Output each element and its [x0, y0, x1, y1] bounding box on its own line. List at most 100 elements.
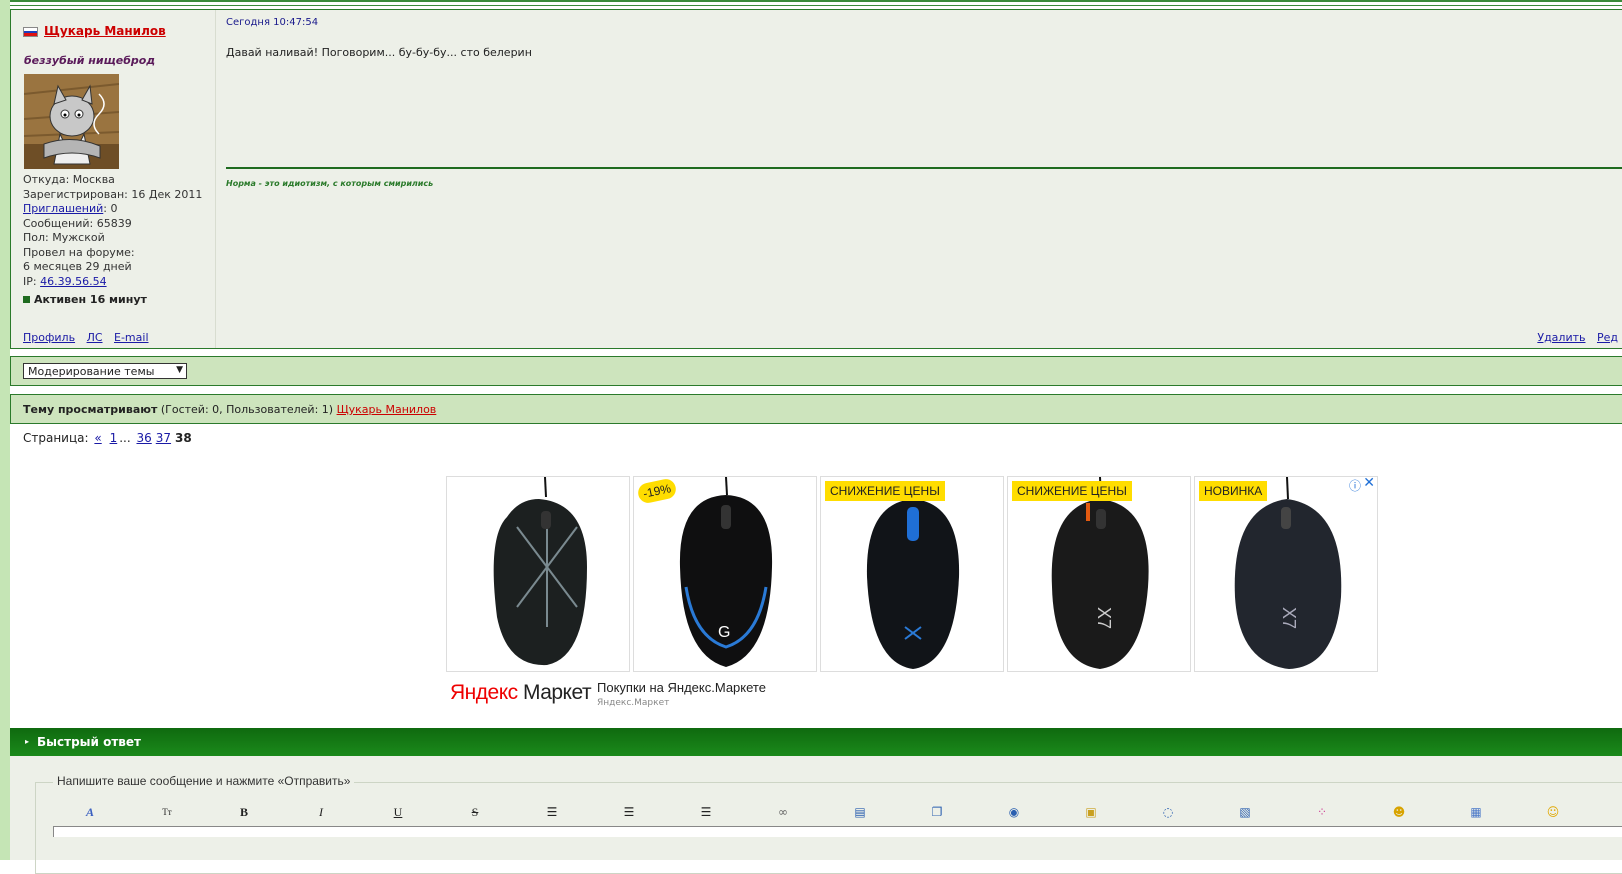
quick-reply-area: Напишите ваше сообщение и нажмите «Отпра… [10, 756, 1622, 874]
signature-divider [226, 167, 1622, 169]
mouse-image: X7 [1051, 477, 1149, 669]
viewers-counts: (Гостей: 0, Пользователей: 1) [160, 403, 334, 416]
viewer-user-link[interactable]: Щукарь Манилов [337, 403, 437, 416]
italic-icon[interactable]: I [311, 802, 331, 822]
topic-viewers: Тему просматривают (Гостей: 0, Пользоват… [23, 403, 436, 416]
gender-label: Пол: [23, 231, 49, 244]
moderation-select-value: Модерирование темы [28, 365, 155, 378]
price-drop-badge: СНИЖЕНИЕ ЦЕНЫ [1012, 481, 1132, 501]
top-divider-thin [10, 5, 1622, 6]
messages-value: 65839 [96, 216, 132, 230]
forum-time-label: Провел на форуме: [23, 245, 135, 259]
font-size-icon[interactable]: Tт [157, 802, 177, 822]
online-status-text: Активен 16 минут [34, 293, 147, 306]
speech-bubble-icon[interactable]: ◌ [1158, 802, 1178, 822]
author-links: Профиль ЛС E-mail [23, 331, 157, 344]
info-icon[interactable]: ⓘ [1349, 477, 1361, 494]
registered-value: 16 Дек 2011 [131, 187, 203, 201]
invites-value: : 0 [103, 202, 118, 215]
underline-icon[interactable]: U [388, 802, 408, 822]
messages-label: Сообщений: [23, 216, 94, 230]
ad-subtitle: Яндекс.Маркет [597, 698, 670, 708]
ad-product-card[interactable]: X7 НОВИНКА ⓘ ✕ [1194, 476, 1378, 672]
email-link[interactable]: E-mail [114, 331, 149, 344]
color-palette-icon[interactable]: ⁘ [1312, 802, 1332, 822]
align-center-icon[interactable]: ☰ [619, 802, 639, 822]
post-actions: Удалить Ред [1537, 331, 1622, 344]
current-page: 38 [175, 431, 192, 445]
reply-legend: Напишите ваше сообщение и нажмите «Отпра… [53, 774, 355, 788]
svg-text:G: G [718, 624, 730, 641]
bold-icon[interactable]: B [234, 802, 254, 822]
mouse-image: X7 [1234, 477, 1342, 669]
price-drop-badge: СНИЖЕНИЕ ЦЕНЫ [825, 481, 945, 501]
left-border-strip [0, 0, 10, 860]
ad-product-card[interactable]: СНИЖЕНИЕ ЦЕНЫ [820, 476, 1004, 672]
yandex-market-ad: G -19% СНИЖЕНИЕ ЦЕНЫ X7 СНИЖЕНИЕ ЦЕНЫ X7… [446, 476, 1380, 716]
table-icon[interactable]: ▦ [1466, 802, 1486, 822]
image-icon[interactable]: ▧ [1235, 802, 1255, 822]
quick-reply-header[interactable]: ▸ Быстрый ответ [10, 728, 1622, 756]
video-icon[interactable]: ◉ [1004, 802, 1024, 822]
page-link-36[interactable]: 36 [136, 431, 151, 445]
yandex-market-logo[interactable]: Яндекс Маркет [450, 681, 592, 705]
quote-book-icon[interactable]: ▤ [850, 802, 870, 822]
post-signature: Норма - это идиотизм, с которым смирилис… [226, 179, 434, 188]
forum-post: Щукарь Манилов беззубый нищеброд Откуда:… [10, 9, 1622, 349]
viewers-label: Тему просматривают [23, 403, 158, 416]
gender-value: Мужской [52, 231, 105, 244]
svg-text:X7: X7 [1279, 607, 1299, 629]
author-username-link[interactable]: Щукарь Манилов [44, 24, 166, 38]
moderation-bar: Модерирование темы ▼ [10, 356, 1622, 386]
ip-link[interactable]: 46.39.56.54 [40, 275, 106, 288]
svg-text:X7: X7 [1094, 607, 1114, 629]
from-value: Москва [72, 173, 115, 186]
pagination-ellipsis: ... [119, 431, 131, 445]
mouse-image: G [679, 477, 773, 667]
smiley-icon[interactable]: ☻ [1389, 802, 1409, 822]
new-badge: НОВИНКА [1199, 481, 1268, 501]
spoiler-lock-icon[interactable]: ▣ [1081, 802, 1101, 822]
font-color-icon[interactable]: A [80, 802, 100, 822]
edit-post-link[interactable]: Ред [1597, 331, 1618, 344]
expand-triangle-icon: ▸ [25, 737, 30, 746]
russia-flag-icon [23, 27, 38, 37]
private-message-link[interactable]: ЛС [87, 331, 103, 344]
code-icon[interactable]: ❐ [927, 802, 947, 822]
moderation-select[interactable]: Модерирование темы ▼ [23, 363, 187, 379]
author-info: Откуда: Москва Зарегистрирован: 16 Дек 2… [23, 173, 202, 289]
chevron-down-icon: ▼ [176, 365, 183, 375]
forum-time-value: 6 месяцев 29 дней [23, 260, 132, 273]
from-label: Откуда: [23, 173, 70, 186]
invites-link[interactable]: Приглашений [23, 202, 103, 215]
registered-label: Зарегистрирован: [23, 187, 128, 201]
mouse-image [493, 477, 587, 666]
pagination: Страница: « 1... 36 37 38 [23, 431, 192, 445]
logo-part-yandex: Яндекс [450, 681, 518, 704]
page-link-37[interactable]: 37 [156, 431, 171, 445]
ad-product-card[interactable] [446, 476, 630, 672]
align-right-icon[interactable]: ☰ [696, 802, 716, 822]
page-link-1[interactable]: 1 [110, 431, 118, 445]
prev-page-link[interactable]: « [94, 431, 101, 445]
delete-post-link[interactable]: Удалить [1537, 331, 1585, 344]
emoji-icon[interactable]: ☺ [1543, 802, 1563, 822]
close-icon[interactable]: ✕ [1363, 477, 1375, 491]
link-icon[interactable]: ∞ [773, 802, 793, 822]
top-divider [10, 0, 1622, 2]
strikethrough-icon[interactable]: S [465, 802, 485, 822]
post-body: Давай наливай! Поговорим... бу-бу-бу... … [226, 46, 532, 59]
online-status: Активен 16 минут [23, 293, 147, 306]
ad-title[interactable]: Покупки на Яндекс.Маркете [597, 680, 766, 695]
mouse-image [866, 499, 960, 669]
post-content: Сегодня 10:47:54 Давай наливай! Поговори… [216, 10, 1622, 348]
profile-link[interactable]: Профиль [23, 331, 75, 344]
author-title: беззубый нищеброд [24, 54, 156, 67]
author-avatar[interactable] [24, 74, 119, 169]
ad-product-card[interactable]: G -19% [633, 476, 817, 672]
reply-textarea[interactable] [53, 826, 1622, 837]
logo-part-market: Маркет [522, 681, 592, 704]
align-left-icon[interactable]: ☰ [542, 802, 562, 822]
ip-label: IP: [23, 274, 37, 288]
ad-product-card[interactable]: X7 СНИЖЕНИЕ ЦЕНЫ [1007, 476, 1191, 672]
